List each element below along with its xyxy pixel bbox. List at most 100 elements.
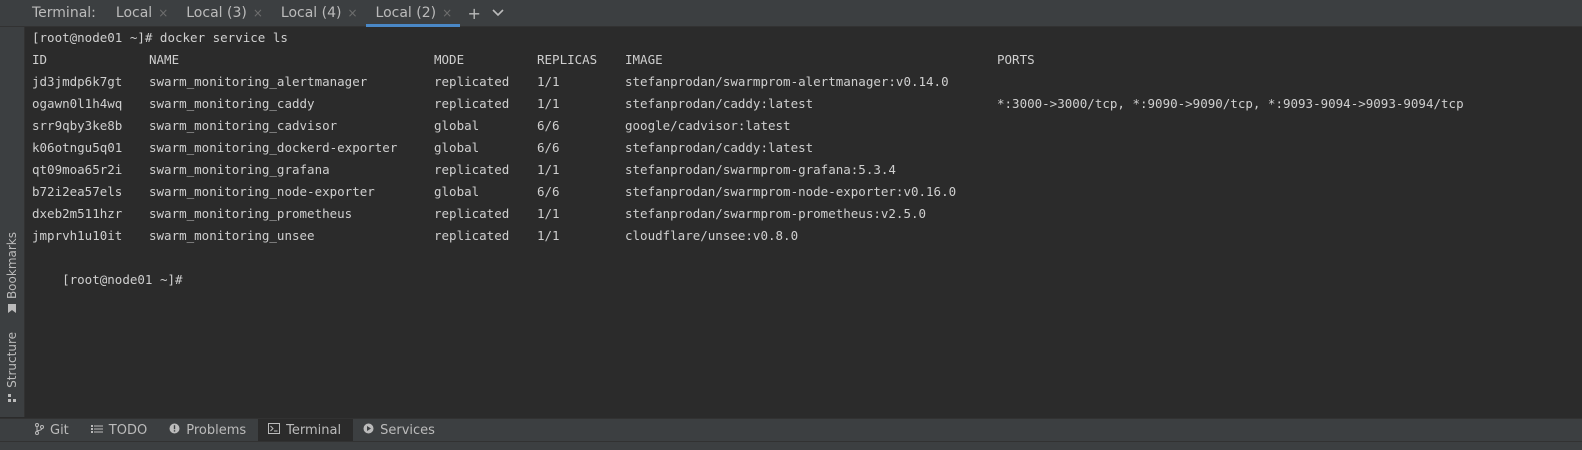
cell-replicas: 1/1 xyxy=(537,96,560,111)
tab-local[interactable]: Local × xyxy=(106,0,176,26)
cell-replicas: 6/6 xyxy=(537,140,560,155)
cell-image: stefanprodan/caddy:latest xyxy=(625,140,814,155)
tab-local-4[interactable]: Local (4) × xyxy=(271,0,366,26)
table-row: k06otngu5q01 swarm_monitoring_dockerd-ex… xyxy=(32,137,1572,159)
cell-image: stefanprodan/swarmprom-grafana:5.3.4 xyxy=(625,162,896,177)
close-icon[interactable]: × xyxy=(253,6,263,20)
cell-id: srr9qby3ke8b xyxy=(32,118,123,133)
left-tool-strip: Bookmarks Structure xyxy=(0,27,25,417)
terminal-output[interactable]: [root@node01 ~]# docker service ls ID NA… xyxy=(25,27,1582,417)
cell-name: swarm_monitoring_caddy xyxy=(149,96,315,111)
tab-label: Local (3) xyxy=(186,5,247,21)
terminal-cursor xyxy=(183,272,190,286)
tab-label: Local (2) xyxy=(375,5,437,21)
table-header: ID NAME MODE REPLICAS IMAGE PORTS xyxy=(32,49,1572,71)
tool-label: Services xyxy=(380,422,435,438)
cell-replicas: 6/6 xyxy=(537,118,560,133)
table-row: srr9qby3ke8b swarm_monitoring_cadvisor g… xyxy=(32,115,1572,137)
cell-mode: replicated xyxy=(434,162,510,177)
structure-label: Structure xyxy=(5,332,19,388)
cell-id: k06otngu5q01 xyxy=(32,140,123,155)
cell-mode: replicated xyxy=(434,206,510,221)
cell-ports: *:3000->3000/tcp, *:9090->9090/tcp, *:90… xyxy=(997,96,1464,111)
structure-tool[interactable]: Structure xyxy=(0,332,24,406)
table-row: jmprvh1u10it swarm_monitoring_unsee repl… xyxy=(32,225,1572,247)
cell-name: swarm_monitoring_unsee xyxy=(149,228,315,243)
tool-label: Git xyxy=(50,422,69,438)
terminal-tab-bar: Terminal: Local × Local (3) × Local (4) … xyxy=(0,0,1582,27)
tool-label: TODO xyxy=(108,422,148,438)
chevron-down-icon[interactable] xyxy=(486,0,510,26)
structure-icon xyxy=(7,392,17,406)
cell-mode: replicated xyxy=(434,228,510,243)
cell-name: swarm_monitoring_prometheus xyxy=(149,206,353,221)
tool-git[interactable]: Git xyxy=(24,419,81,441)
tool-services[interactable]: Services xyxy=(353,419,447,441)
list-icon xyxy=(90,424,103,437)
cell-id: ogawn0l1h4wq xyxy=(32,96,123,111)
header-ports: PORTS xyxy=(997,52,1035,67)
header-id: ID xyxy=(32,52,48,67)
tab-label: Local xyxy=(115,5,153,21)
bottom-tool-bar: Git TODO Problems Terminal Services xyxy=(0,418,1582,441)
table-row: jd3jmdp6k7gt swarm_monitoring_alertmanag… xyxy=(32,71,1572,93)
tab-label: Local (4) xyxy=(280,5,342,21)
cell-id: dxeb2m511hzr xyxy=(32,206,123,221)
cell-mode: replicated xyxy=(434,74,510,89)
cell-image: stefanprodan/caddy:latest xyxy=(625,96,814,111)
cell-id: qt09moa65r2i xyxy=(32,162,123,177)
close-icon[interactable]: × xyxy=(347,6,357,20)
table-row: b72i2ea57els swarm_monitoring_node-expor… xyxy=(32,181,1572,203)
cell-id: jmprvh1u10it xyxy=(32,228,123,243)
tool-problems[interactable]: Problems xyxy=(159,419,258,441)
tool-terminal[interactable]: Terminal xyxy=(258,419,354,441)
tool-label: Problems xyxy=(186,422,247,438)
cell-replicas: 1/1 xyxy=(537,162,560,177)
cell-mode: replicated xyxy=(434,96,510,111)
table-row: qt09moa65r2i swarm_monitoring_grafana re… xyxy=(32,159,1572,181)
cell-name: swarm_monitoring_grafana xyxy=(149,162,330,177)
info-icon xyxy=(169,423,180,437)
branch-icon xyxy=(34,422,44,438)
terminal-title: Terminal: xyxy=(32,5,96,21)
cell-image: cloudflare/unsee:v0.8.0 xyxy=(625,228,799,243)
command-line: [root@node01 ~]# docker service ls xyxy=(32,30,288,45)
table-row: dxeb2m511hzr swarm_monitoring_prometheus… xyxy=(32,203,1572,225)
prompt-text: [root@node01 ~]# xyxy=(62,272,183,287)
cell-name: swarm_monitoring_dockerd-exporter xyxy=(149,140,398,155)
cell-image: stefanprodan/swarmprom-node-exporter:v0.… xyxy=(625,184,957,199)
cell-replicas: 6/6 xyxy=(537,184,560,199)
cell-name: swarm_monitoring_node-exporter xyxy=(149,184,375,199)
header-image: IMAGE xyxy=(625,52,663,67)
close-icon[interactable]: × xyxy=(158,6,168,20)
play-icon xyxy=(363,423,374,437)
tool-todo[interactable]: TODO xyxy=(81,419,159,441)
cell-mode: global xyxy=(434,118,480,133)
cell-name: swarm_monitoring_cadvisor xyxy=(149,118,338,133)
cell-mode: global xyxy=(434,140,480,155)
cell-image: stefanprodan/swarmprom-prometheus:v2.5.0 xyxy=(625,206,927,221)
cell-mode: global xyxy=(434,184,480,199)
add-tab-icon[interactable]: + xyxy=(462,0,486,26)
tab-local-3[interactable]: Local (3) × xyxy=(176,0,271,26)
close-icon[interactable]: × xyxy=(442,6,452,20)
terminal-icon xyxy=(268,423,281,437)
cell-id: jd3jmdp6k7gt xyxy=(32,74,123,89)
header-replicas: REPLICAS xyxy=(537,52,598,67)
cell-replicas: 1/1 xyxy=(537,74,560,89)
bookmarks-tool[interactable]: Bookmarks xyxy=(0,232,24,317)
table-row: ogawn0l1h4wq swarm_monitoring_caddy repl… xyxy=(32,93,1572,115)
cell-replicas: 1/1 xyxy=(537,206,560,221)
cell-image: google/cadvisor:latest xyxy=(625,118,791,133)
tab-local-2[interactable]: Local (2) × xyxy=(365,0,461,27)
bookmarks-label: Bookmarks xyxy=(5,232,19,300)
cell-id: b72i2ea57els xyxy=(32,184,123,199)
cell-name: swarm_monitoring_alertmanager xyxy=(149,74,368,89)
header-mode: MODE xyxy=(434,52,465,67)
bookmark-icon xyxy=(7,303,17,317)
header-name: NAME xyxy=(149,52,180,67)
tool-label: Terminal xyxy=(286,422,342,438)
cell-replicas: 1/1 xyxy=(537,228,560,243)
prompt-line[interactable]: [root@node01 ~]# xyxy=(32,247,190,287)
cell-image: stefanprodan/swarmprom-alertmanager:v0.1… xyxy=(625,74,949,89)
